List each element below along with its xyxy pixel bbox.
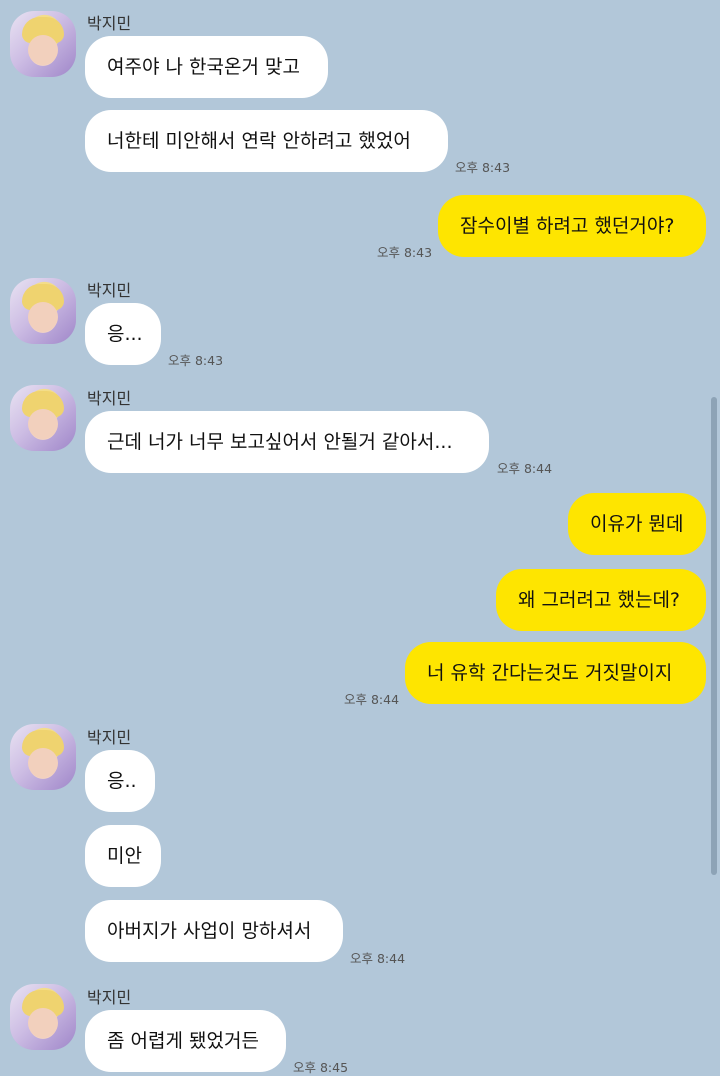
- message-bubble[interactable]: 근데 너가 너무 보고싶어서 안될거 같아서...: [85, 411, 489, 473]
- message-bubble[interactable]: 여주야 나 한국온거 맞고: [85, 36, 328, 98]
- message-timestamp: 오후 8:44: [350, 951, 406, 966]
- avatar[interactable]: [10, 385, 76, 451]
- message-timestamp: 오후 8:44: [344, 692, 400, 707]
- sender-name: 박지민: [87, 281, 132, 300]
- sender-name: 박지민: [87, 728, 132, 747]
- message-bubble[interactable]: 너한테 미안해서 연락 안하려고 했었어: [85, 110, 448, 172]
- avatar[interactable]: [10, 724, 76, 790]
- message-bubble[interactable]: 왜 그러려고 했는데?: [496, 569, 706, 631]
- message-bubble[interactable]: 너 유학 간다는것도 거짓말이지: [405, 642, 706, 704]
- sender-name: 박지민: [87, 14, 132, 33]
- message-bubble[interactable]: 잠수이별 하려고 했던거야?: [438, 195, 706, 257]
- message-bubble[interactable]: 아버지가 사업이 망하셔서: [85, 900, 343, 962]
- message-timestamp: 오후 8:43: [377, 245, 433, 260]
- avatar[interactable]: [10, 11, 76, 77]
- message-timestamp: 오후 8:45: [293, 1060, 349, 1075]
- sender-name: 박지민: [87, 389, 132, 408]
- scrollbar[interactable]: [711, 397, 717, 875]
- avatar[interactable]: [10, 984, 76, 1050]
- message-bubble[interactable]: 미안: [85, 825, 161, 887]
- message-timestamp: 오후 8:43: [455, 160, 511, 175]
- message-bubble[interactable]: 응..: [85, 750, 155, 812]
- message-bubble[interactable]: 이유가 뭔데: [568, 493, 706, 555]
- message-bubble[interactable]: 좀 어렵게 됐었거든: [85, 1010, 286, 1072]
- message-bubble[interactable]: 응...: [85, 303, 161, 365]
- message-timestamp: 오후 8:44: [497, 461, 553, 476]
- avatar[interactable]: [10, 278, 76, 344]
- message-timestamp: 오후 8:43: [168, 353, 224, 368]
- sender-name: 박지민: [87, 988, 132, 1007]
